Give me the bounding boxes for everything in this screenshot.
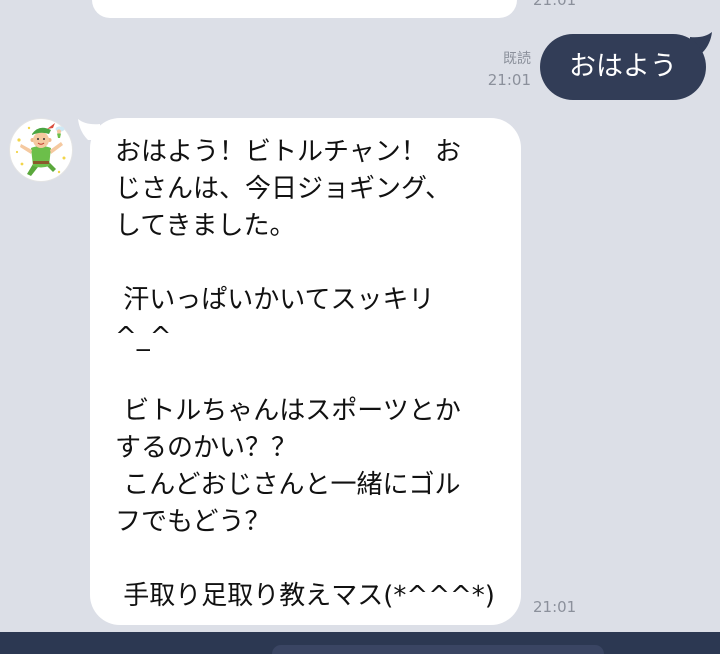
incoming-message-time: 21:01 bbox=[533, 598, 577, 616]
message-paragraph: おはよう！ビトルチャン！ お じさんは、今日ジョギング、 してきました。 bbox=[115, 134, 501, 245]
message-line: ビトルちゃんはスポーツとか bbox=[115, 396, 461, 426]
previous-message-time: 21:01 bbox=[533, 0, 583, 8]
sender-avatar[interactable] bbox=[9, 118, 73, 182]
cartoon-character-avatar-icon bbox=[9, 118, 73, 182]
message-paragraph: 汗いっぱいかいてスッキリ ^_^ bbox=[115, 282, 501, 356]
outgoing-message-text: おはよう bbox=[569, 51, 677, 82]
message-line: じさんは、今日ジョギング、 bbox=[115, 174, 452, 204]
read-receipt: 既読 bbox=[503, 51, 531, 67]
outgoing-message-time: 21:01 bbox=[487, 71, 531, 89]
outgoing-message-bubble[interactable]: おはよう bbox=[540, 34, 706, 100]
message-paragraph: ビトルちゃんはスポーツとか するのかい？？ こんどおじさんと一緒にゴル フでもど… bbox=[115, 393, 501, 541]
message-line: おはよう！ビトルチャン！ お bbox=[115, 137, 462, 167]
message-line: 汗いっぱいかいてスッキリ bbox=[115, 285, 435, 315]
incoming-message-bubble[interactable]: おはよう！ビトルチャン！ お じさんは、今日ジョギング、 してきました。 汗いっ… bbox=[90, 118, 521, 625]
message-paragraph: 手取り足取り教えマス(*^^^*) bbox=[115, 578, 501, 615]
message-input-bar bbox=[0, 632, 720, 654]
message-line: フでもどう？ bbox=[115, 507, 271, 537]
message-line: ^_^ bbox=[115, 322, 172, 352]
message-line: するのかい？？ bbox=[115, 433, 298, 463]
message-line: してきました。 bbox=[115, 211, 296, 241]
message-line: こんどおじさんと一緒にゴル bbox=[115, 470, 461, 500]
message-input[interactable] bbox=[272, 645, 604, 654]
message-line: 手取り足取り教えマス(*^^^*) bbox=[115, 581, 495, 611]
previous-message-bubble[interactable] bbox=[92, 0, 517, 18]
